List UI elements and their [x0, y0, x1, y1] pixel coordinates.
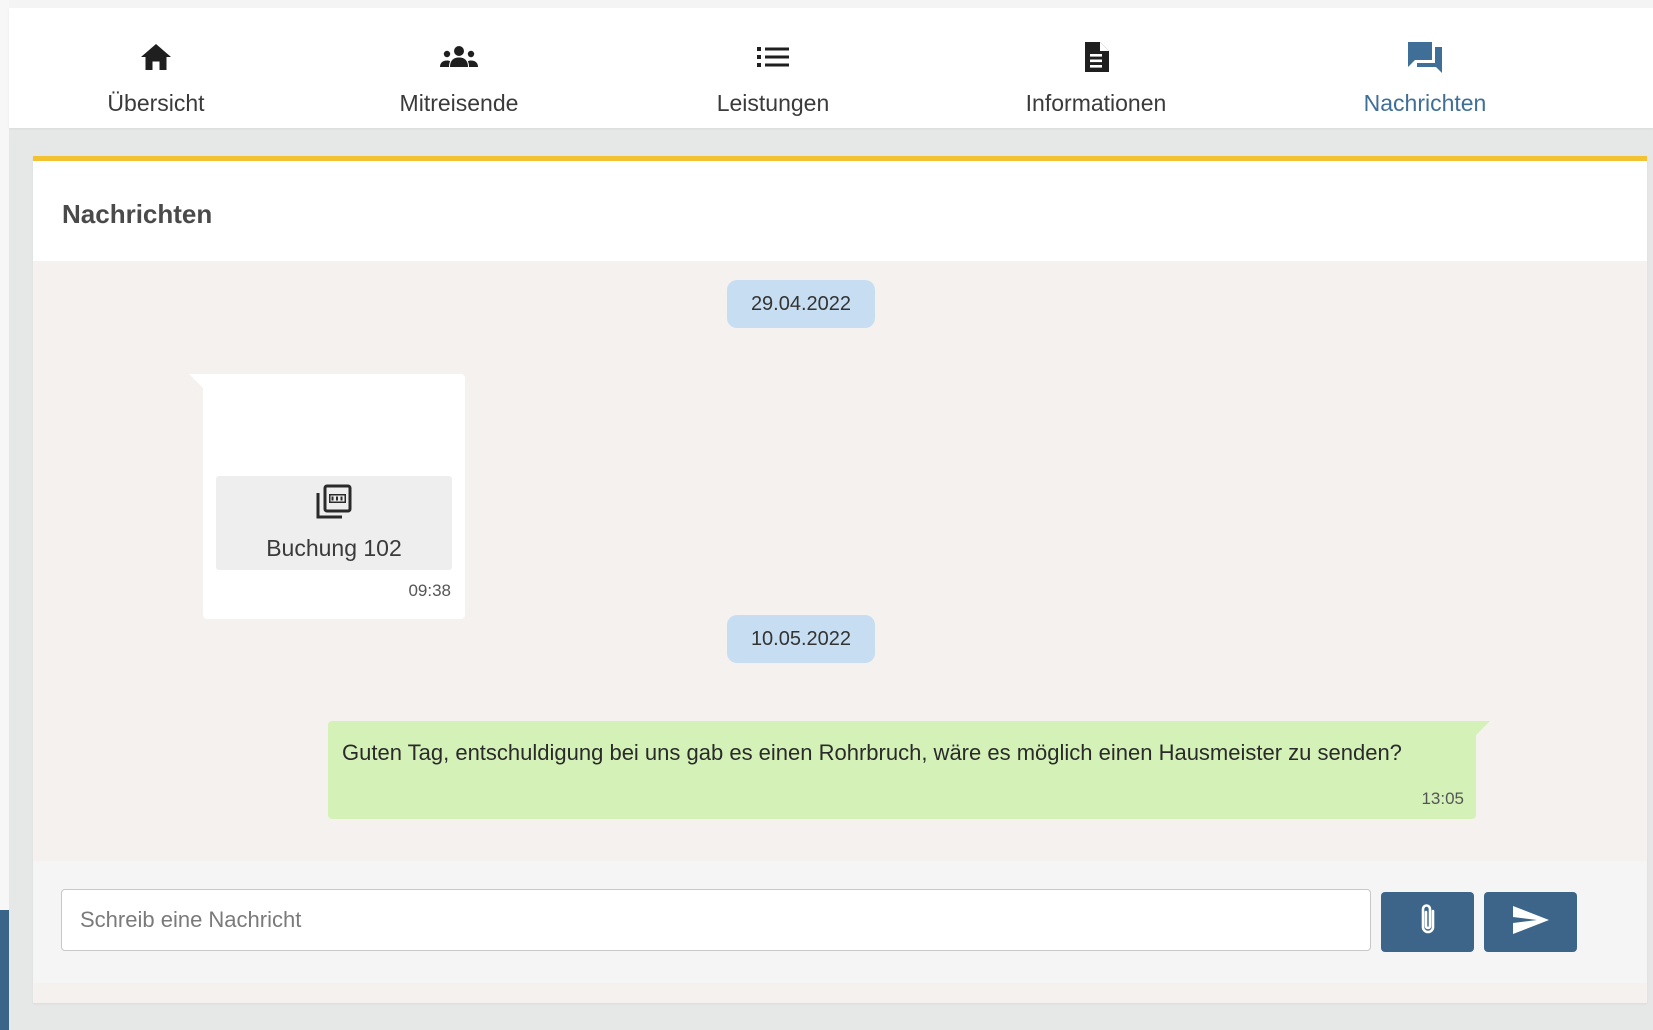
date-separator: 10.05.2022 — [727, 615, 875, 663]
pdf-attachment[interactable]: Buchung 102 — [216, 476, 452, 570]
nav-label-informationen: Informationen — [1025, 90, 1167, 116]
chat-icon — [1406, 40, 1444, 74]
nav-label-leistungen: Leistungen — [716, 90, 830, 116]
window-left-edge — [0, 0, 9, 1030]
home-icon — [139, 40, 173, 74]
message-composer — [33, 861, 1647, 983]
top-navigation: Übersicht Mitreisende Leistungen Informa… — [9, 8, 1653, 128]
left-accent-bar — [0, 910, 9, 1030]
message-text: Guten Tag, entschuldigung bei uns gab es… — [342, 740, 1402, 765]
bubble-tail — [189, 374, 203, 388]
card-header: Nachrichten — [33, 161, 1647, 261]
nav-item-nachrichten[interactable]: Nachrichten — [1360, 8, 1490, 128]
send-icon — [1511, 904, 1551, 941]
outgoing-message: Guten Tag, entschuldigung bei uns gab es… — [328, 721, 1490, 819]
nav-item-uebersicht[interactable]: Übersicht — [101, 8, 211, 128]
message-time: 09:38 — [408, 581, 451, 600]
nav-label-mitreisende: Mitreisende — [399, 90, 519, 116]
paperclip-icon — [1416, 902, 1440, 943]
incoming-message: Buchung 102 09:38 — [189, 374, 465, 619]
bubble-tail — [1476, 721, 1490, 735]
nav-label-uebersicht: Übersicht — [107, 90, 205, 116]
window-top-edge — [0, 0, 1653, 8]
list-icon — [756, 40, 790, 74]
document-icon — [1082, 40, 1110, 74]
attach-button[interactable] — [1381, 892, 1474, 952]
people-group-icon — [438, 40, 480, 74]
nav-label-nachrichten: Nachrichten — [1363, 90, 1487, 116]
nav-item-leistungen[interactable]: Leistungen — [708, 8, 838, 128]
nav-item-mitreisende[interactable]: Mitreisende — [394, 8, 524, 128]
message-time: 13:05 — [1421, 789, 1464, 808]
date-separator: 29.04.2022 — [727, 280, 875, 328]
attachment-name: Buchung 102 — [266, 535, 402, 561]
page-title: Nachrichten — [62, 199, 213, 229]
nav-item-informationen[interactable]: Informationen — [1016, 8, 1176, 128]
messages-card: Nachrichten 29.04.2022 Buchung 102 09:38… — [33, 156, 1647, 1003]
message-input[interactable] — [61, 889, 1371, 951]
pdf-icon — [315, 484, 353, 525]
send-button[interactable] — [1484, 892, 1577, 952]
